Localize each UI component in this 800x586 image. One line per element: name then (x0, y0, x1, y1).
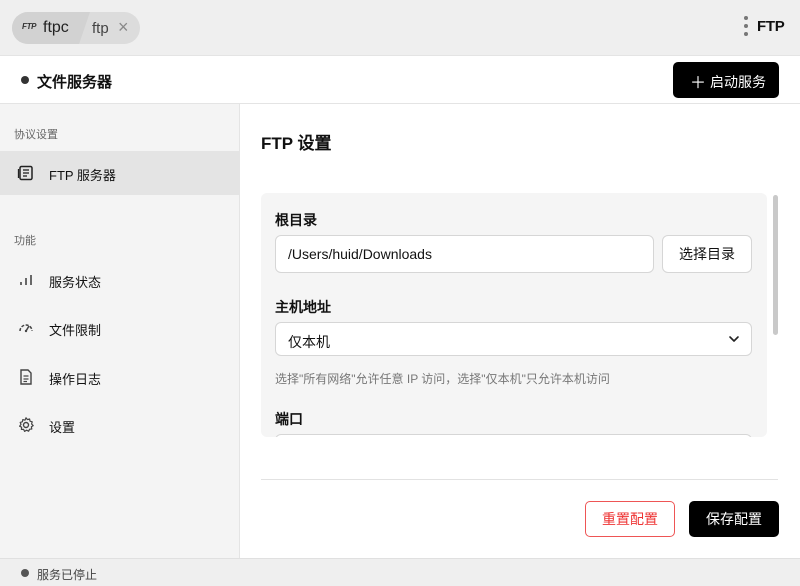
tab-group: FTP ftpc ftp × (12, 12, 140, 44)
host-select-value: 仅本机 (288, 334, 330, 350)
start-service-button[interactable]: ＋ 启动服务 (673, 62, 779, 98)
sidebar-item-label: 服务状态 (49, 275, 102, 290)
kebab-menu-icon[interactable] (743, 16, 749, 40)
tab-ftp-label[interactable]: ftp (92, 20, 109, 37)
host-select[interactable]: 仅本机 (275, 322, 752, 356)
section-features: 功能 (14, 235, 36, 247)
reset-config-button[interactable]: 重置配置 (585, 501, 675, 537)
plus-icon: ＋ (690, 75, 707, 92)
sidebar-item-operation-log[interactable]: 操作日志 (0, 355, 239, 399)
status-dot-icon (21, 569, 29, 577)
main-content: FTP 设置 根目录 选择目录 主机地址 仅本机 选择"所有网络"允许任意 IP… (240, 104, 800, 558)
page-header: 文件服务器 ＋ 启动服务 (0, 56, 800, 104)
sidebar-item-label: 操作日志 (49, 372, 102, 387)
service-status-text: 服务已停止 (37, 568, 98, 582)
tab-ftpc-label[interactable]: ftpc (43, 19, 69, 37)
document-icon (20, 369, 32, 385)
divider (261, 479, 778, 480)
section-title: FTP 设置 (261, 134, 332, 153)
server-doc-icon (17, 165, 33, 181)
start-service-label: 启动服务 (710, 74, 766, 90)
sidebar-item-label: 文件限制 (49, 323, 102, 338)
close-icon[interactable]: × (118, 18, 129, 36)
save-config-button[interactable]: 保存配置 (689, 501, 779, 537)
sidebar-item-label: 设置 (49, 420, 76, 435)
sidebar-item-settings[interactable]: 设置 (0, 403, 239, 447)
port-input[interactable] (275, 434, 752, 437)
choose-directory-button[interactable]: 选择目录 (662, 235, 752, 273)
gauge-icon (19, 324, 33, 333)
status-dot-icon (21, 76, 29, 84)
title-bar: FTP ftpc ftp × FTP (0, 0, 800, 56)
bar-chart-icon (20, 275, 32, 285)
status-bar: 服务已停止 (0, 558, 800, 586)
port-label: 端口 (275, 411, 303, 427)
section-protocol-settings: 协议设置 (14, 129, 58, 141)
host-hint: 选择"所有网络"允许任意 IP 访问，选择"仅本机"只允许本机访问 (275, 372, 610, 386)
root-dir-label: 根目录 (275, 212, 317, 228)
sidebar-item-service-status[interactable]: 服务状态 (0, 258, 239, 302)
chevron-down-icon (729, 336, 739, 342)
host-label: 主机地址 (275, 299, 331, 315)
root-dir-input[interactable] (275, 235, 654, 273)
sidebar: 协议设置 FTP 服务器 功能 服务状态 文件限制 操作日志 设置 (0, 104, 240, 558)
gear-icon (19, 417, 34, 432)
sidebar-item-ftp-server[interactable]: FTP 服务器 (0, 151, 239, 195)
scrollbar[interactable] (773, 195, 778, 335)
sidebar-item-label: FTP 服务器 (49, 168, 116, 183)
page-title: 文件服务器 (37, 74, 113, 91)
brand-logo: FTP (757, 18, 785, 35)
ftp-logo-icon: FTP (22, 22, 37, 31)
settings-card[interactable]: 根目录 选择目录 主机地址 仅本机 选择"所有网络"允许任意 IP 访问，选择"… (261, 193, 767, 437)
sidebar-item-file-limits[interactable]: 文件限制 (0, 306, 239, 350)
